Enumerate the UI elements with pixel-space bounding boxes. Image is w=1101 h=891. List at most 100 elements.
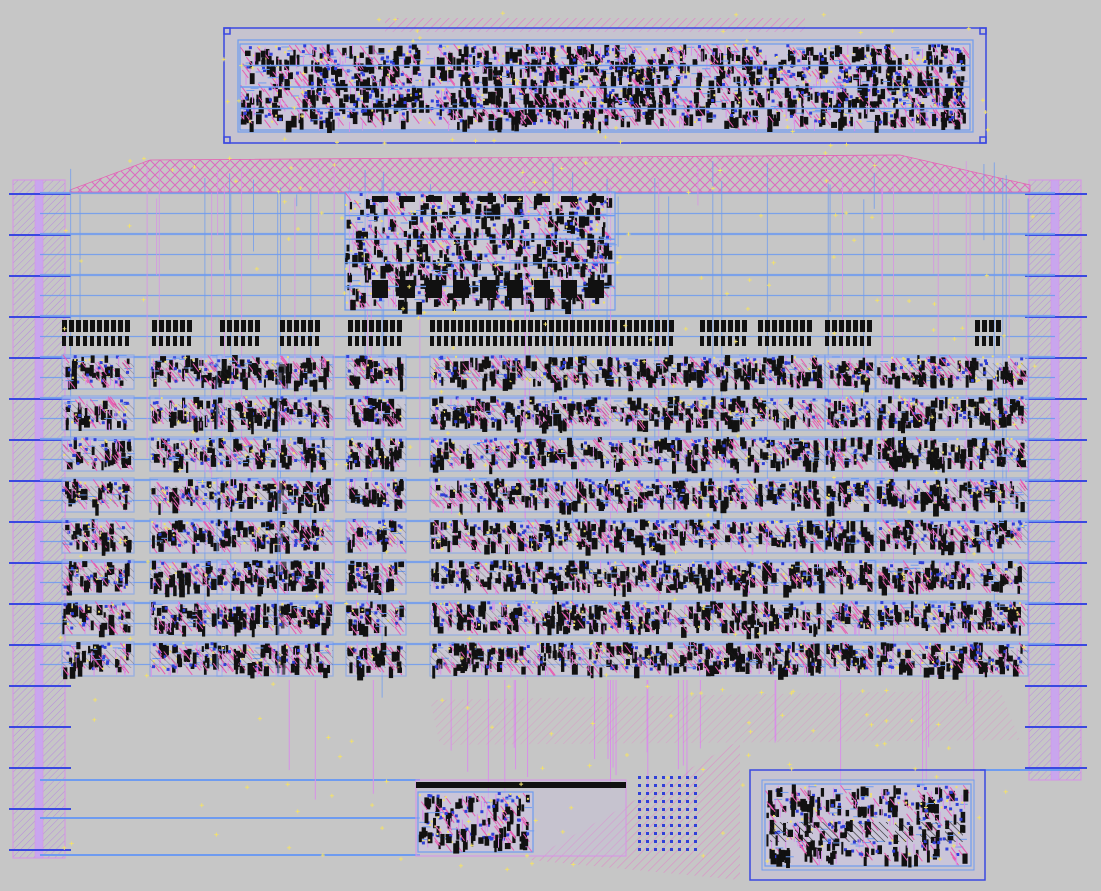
decoder-contact — [453, 280, 469, 298]
diffusion — [589, 227, 593, 231]
header-contact — [542, 320, 547, 332]
contact — [735, 55, 741, 62]
header-contact — [605, 320, 610, 332]
via — [724, 67, 727, 70]
contact — [477, 195, 481, 201]
contact — [465, 86, 472, 98]
diffusion — [360, 109, 364, 113]
via — [455, 355, 458, 358]
contact — [561, 256, 566, 265]
via — [434, 207, 437, 210]
via — [458, 230, 461, 233]
contact — [431, 216, 435, 223]
via — [370, 357, 373, 360]
header-contact — [500, 320, 505, 332]
header-contact — [721, 336, 725, 346]
diffusion — [243, 111, 247, 115]
diffusion — [506, 109, 510, 113]
via — [588, 45, 591, 48]
header-contact — [570, 336, 574, 346]
via — [665, 359, 668, 362]
header-contact — [556, 336, 560, 346]
diffusion — [269, 52, 273, 56]
diffusion — [501, 256, 505, 260]
via — [442, 46, 445, 49]
via — [866, 54, 869, 57]
contact — [926, 51, 930, 61]
diffusion — [910, 88, 914, 92]
contact — [834, 45, 840, 57]
diffusion — [907, 80, 911, 84]
header-contact — [535, 336, 539, 346]
via — [761, 75, 764, 78]
diffusion — [604, 242, 608, 246]
contact — [890, 60, 896, 73]
via — [638, 57, 641, 60]
diffusion — [771, 357, 775, 361]
contact — [432, 67, 436, 76]
diffusion — [609, 66, 613, 70]
header-contact — [793, 336, 797, 346]
contact — [803, 116, 809, 125]
diffusion — [295, 71, 299, 75]
via — [192, 358, 195, 361]
contact — [862, 83, 868, 97]
via — [846, 54, 849, 57]
via — [601, 208, 604, 211]
contact — [811, 46, 814, 53]
contact — [481, 217, 487, 230]
contact — [319, 120, 324, 130]
via — [275, 45, 278, 48]
diffusion — [217, 359, 221, 363]
via — [447, 67, 450, 70]
header-contact — [807, 320, 812, 332]
diffusion — [817, 92, 821, 96]
via — [579, 75, 582, 78]
via — [783, 114, 786, 117]
contact — [358, 241, 363, 250]
contact — [582, 120, 587, 129]
decoder-contact — [534, 196, 550, 202]
array-cell-hatch — [346, 363, 406, 381]
contact — [319, 53, 323, 59]
contact — [464, 72, 469, 83]
via — [345, 267, 348, 270]
contact — [895, 108, 899, 119]
diffusion — [362, 227, 366, 231]
header-contact — [779, 336, 783, 346]
diffusion — [330, 49, 334, 53]
diffusion — [334, 59, 338, 63]
contact — [419, 247, 423, 260]
diffusion — [573, 82, 577, 86]
contact — [822, 65, 828, 75]
contact — [598, 108, 604, 114]
via — [396, 112, 399, 115]
contact — [471, 47, 475, 53]
header-contact — [479, 336, 483, 346]
contact — [374, 91, 380, 98]
via — [358, 282, 361, 285]
header-contact — [390, 320, 395, 332]
via — [694, 121, 697, 124]
diffusion — [744, 80, 748, 84]
contact — [893, 102, 896, 109]
contact — [531, 232, 535, 242]
contact — [417, 62, 420, 71]
header-contact — [714, 336, 718, 346]
via — [345, 203, 348, 206]
via — [587, 66, 590, 69]
via — [828, 46, 831, 49]
header-contact — [173, 336, 177, 346]
header-contact — [853, 336, 857, 346]
contact — [942, 95, 949, 106]
via — [271, 120, 274, 123]
contact — [820, 113, 826, 126]
via — [369, 292, 372, 295]
via — [390, 48, 393, 51]
diffusion — [330, 52, 334, 56]
diffusion — [499, 355, 503, 359]
header-contact — [493, 320, 498, 332]
via — [576, 250, 579, 253]
header-contact — [662, 320, 667, 332]
via — [379, 119, 382, 122]
